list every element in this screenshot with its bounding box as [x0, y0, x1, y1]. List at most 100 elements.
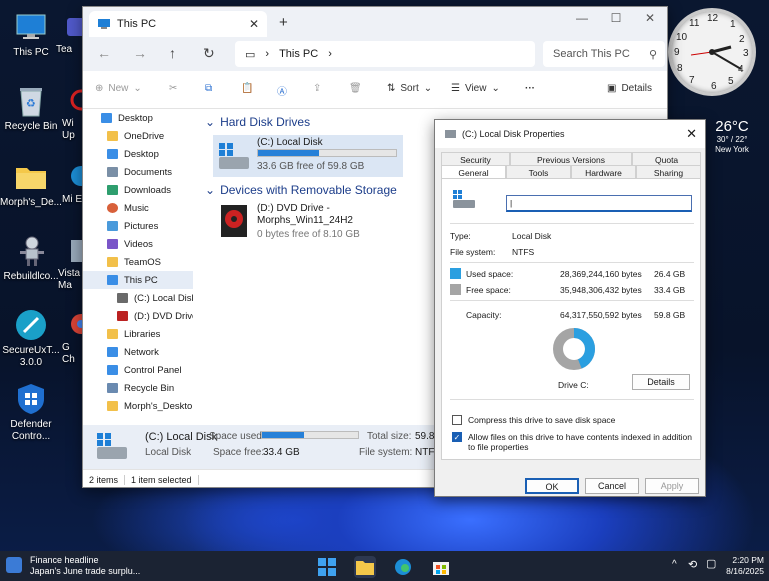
status-selected-count: 1 item selected	[125, 474, 199, 485]
desktop-icon-rebuildicons[interactable]: Rebuildlco...	[0, 234, 62, 283]
command-bar: ⊕ New ⌄ ✂ ⧉ 📋 Ⓐ ⇪ 🗑 ⇅ Sort ⌄ ☰ View ⌄ ··· ▣ Det…	[83, 71, 667, 109]
tab-this-pc[interactable]: This PC ✕	[89, 11, 267, 37]
start-button[interactable]	[316, 556, 338, 578]
nav-item-morphs-desktop[interactable]: Morph's_Deskto	[83, 397, 193, 415]
desktop-icon-this-pc[interactable]: This PC	[0, 10, 62, 59]
nav-item-control-panel[interactable]: Control Panel	[83, 361, 193, 379]
usage-donut	[553, 328, 595, 370]
index-checkbox[interactable]: ✓	[452, 432, 462, 442]
desktop-icon-label: This PC	[13, 47, 49, 58]
nav-item-this-pc[interactable]: This PC	[83, 271, 193, 289]
desktop-icon-partial[interactable]: Wi Up	[62, 84, 82, 142]
drive-c-usage-bar	[257, 149, 397, 157]
cancel-button[interactable]: Cancel	[585, 478, 639, 494]
drive-c-free: 33.6 GB free of 59.8 GB	[257, 161, 365, 172]
desktop-icon-defender-control[interactable]: Defender Contro...	[0, 382, 62, 443]
disk-details-button[interactable]: Details	[632, 374, 690, 390]
downloads-icon	[107, 185, 118, 195]
nav-item-network[interactable]: Network	[83, 343, 193, 361]
drive-icon	[97, 433, 127, 459]
desktop-icon-partial[interactable]: G Ch	[62, 308, 82, 366]
desktop-icon-secureuxtheme[interactable]: SecureUxT... 3.0.0	[0, 308, 62, 369]
nav-item-desktop[interactable]: Desktop	[83, 145, 193, 163]
folder-icon	[356, 561, 374, 575]
back-arrow-icon[interactable]: ←	[97, 45, 111, 61]
close-window-button[interactable]: ✕	[633, 7, 667, 31]
copy-icon[interactable]: ⧉	[205, 83, 212, 94]
system-clock[interactable]: 2:20 PM 8/16/2025	[722, 555, 764, 577]
clock-date: 8/16/2025	[726, 566, 764, 576]
view-button[interactable]: ☰ View ⌄	[451, 83, 500, 94]
address-field[interactable]: ▭ › This PC ›	[235, 41, 535, 67]
notification-icon[interactable]: ▢	[706, 557, 716, 570]
refresh-icon[interactable]: ↻	[203, 45, 215, 62]
apply-button[interactable]: Apply	[645, 478, 699, 494]
drive-d-tile[interactable]: (D:) DVD Drive - Morphs_Win11_24H2 0 byt…	[213, 201, 403, 245]
drive-icon	[445, 130, 456, 138]
desktop-icon-morphs-folder[interactable]: Morph's_De...	[0, 160, 62, 209]
drive-label-input[interactable]: |	[506, 195, 692, 212]
network-status-icon[interactable]: ⟲	[688, 558, 697, 571]
nav-item-teamos[interactable]: TeamOS	[83, 253, 193, 271]
minimize-button[interactable]: —	[565, 7, 599, 31]
close-tab-icon[interactable]: ✕	[249, 17, 259, 31]
svg-text:♻: ♻	[26, 97, 36, 110]
desktop-icon-label: Morph's_De...	[0, 197, 62, 208]
divider	[450, 300, 694, 301]
chevron-right-icon[interactable]: ›	[328, 48, 332, 60]
nav-item-pictures[interactable]: Pictures	[83, 217, 193, 235]
paste-icon[interactable]: 📋	[241, 83, 253, 94]
compress-checkbox[interactable]	[452, 415, 462, 425]
nav-item-videos[interactable]: Videos	[83, 235, 193, 253]
clock-gadget[interactable]: 12 1 2 3 4 5 6 7 8 9 10 11	[668, 8, 756, 96]
group-header-hdd[interactable]: ⌄ Hard Disk Drives	[205, 113, 310, 131]
search-icon: ⚲	[648, 48, 657, 61]
desktop-icon-partial[interactable]: Mi E	[62, 160, 82, 206]
details-pane-button[interactable]: ▣ Details	[607, 83, 652, 94]
nav-item-onedrive[interactable]: OneDrive	[83, 127, 193, 145]
forward-arrow-icon[interactable]: →	[133, 45, 147, 61]
free-space-swatch	[450, 284, 461, 295]
cut-icon[interactable]: ✂	[169, 83, 177, 94]
desktop-icon-partial[interactable]: Tea	[56, 10, 82, 56]
store-taskbar-button[interactable]	[430, 556, 452, 578]
nav-item-libraries[interactable]: Libraries	[83, 325, 193, 343]
address-text: This PC	[279, 48, 319, 60]
nav-item-d-drive[interactable]: (D:) DVD Drive	[83, 307, 193, 325]
group-header-removable[interactable]: ⌄ Devices with Removable Storage	[205, 181, 397, 199]
ok-button[interactable]: OK	[525, 478, 579, 494]
up-arrow-icon[interactable]: ↑	[169, 45, 176, 61]
desktop-icon-partial[interactable]: Vista Ma	[58, 234, 82, 292]
weather-gadget[interactable]: 26°C 30° / 22° New York	[702, 118, 762, 155]
news-widget[interactable]: Finance headline Japan's June trade surp…	[30, 555, 140, 577]
delete-icon[interactable]: 🗑	[349, 83, 362, 94]
news-widget-icon[interactable]	[6, 557, 22, 573]
weather-city: New York	[715, 145, 749, 154]
chevron-up-icon[interactable]: ^	[672, 559, 677, 570]
nav-item-downloads[interactable]: Downloads	[83, 181, 193, 199]
search-input[interactable]: Search This PC ⚲	[543, 41, 665, 67]
file-explorer-taskbar-button[interactable]	[354, 556, 376, 578]
more-options-button[interactable]: ···	[525, 83, 535, 94]
sort-button[interactable]: ⇅ Sort ⌄	[387, 83, 432, 94]
new-tab-button[interactable]: +	[279, 14, 288, 31]
share-icon[interactable]: ⇪	[313, 83, 321, 94]
maximize-button[interactable]: ☐	[599, 7, 633, 31]
videos-icon	[107, 239, 118, 249]
news-text: Japan's June trade surplu...	[30, 566, 141, 576]
edge-icon	[62, 160, 82, 194]
chevron-right-icon: ›	[265, 48, 270, 60]
free-bytes: 35,948,306,432 bytes	[560, 285, 642, 295]
nav-item-desktop-root[interactable]: Desktop	[83, 109, 193, 127]
nav-item-c-drive[interactable]: (C:) Local Disk	[83, 289, 193, 307]
nav-item-documents[interactable]: Documents	[83, 163, 193, 181]
new-button[interactable]: ⊕ New ⌄	[95, 83, 142, 94]
rename-icon[interactable]: Ⓐ	[277, 83, 287, 98]
desktop-icon-recycle-bin[interactable]: ♻ Recycle Bin	[0, 84, 62, 133]
nav-item-music[interactable]: Music	[83, 199, 193, 217]
details-space-free: 33.4 GB	[263, 447, 300, 458]
drive-c-tile[interactable]: (C:) Local Disk 33.6 GB free of 59.8 GB	[213, 135, 403, 177]
close-dialog-button[interactable]: ✕	[686, 126, 697, 142]
nav-item-recycle-bin[interactable]: Recycle Bin	[83, 379, 193, 397]
edge-taskbar-button[interactable]	[392, 556, 414, 578]
